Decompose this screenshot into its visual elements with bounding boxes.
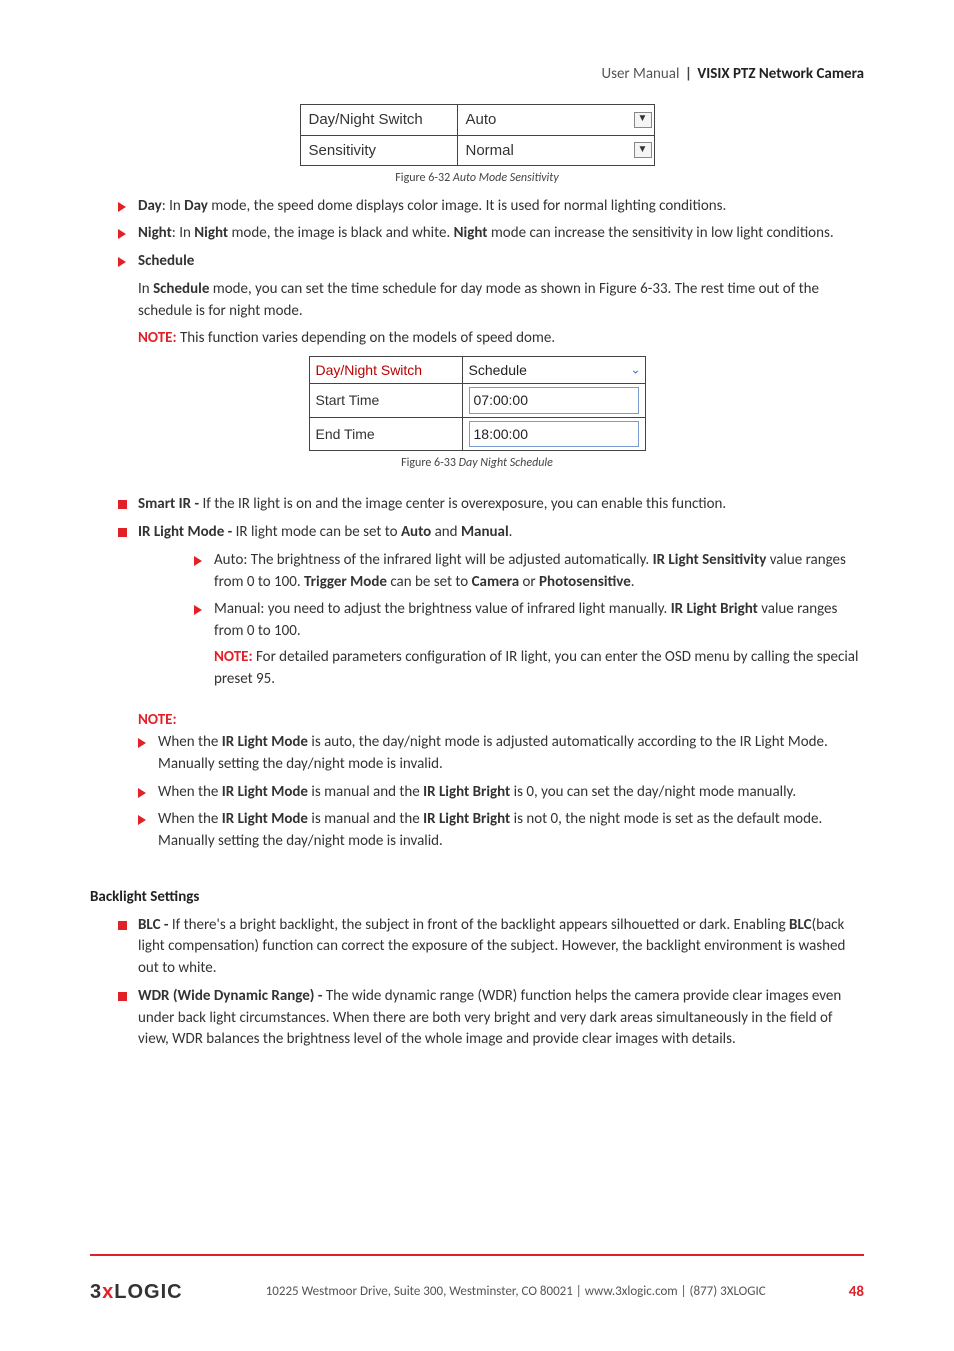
ir-auto-b4: Photosensitive (539, 573, 631, 591)
fig2-row0-value[interactable]: Schedule ⌄ (462, 357, 645, 384)
n3-pre: When the (158, 810, 222, 828)
note-3: When the IR Light Mode is manual and the… (138, 809, 864, 853)
list-notes: When the IR Light Mode is auto, the day/… (138, 732, 864, 853)
bullet-blc: BLC - If there's a bright backlight, the… (118, 915, 864, 980)
list-ir-sub: Auto: The brightness of the infrared lig… (166, 550, 864, 691)
note-label-2: NOTE: (214, 648, 253, 666)
fig1-row1-value-text: Normal (466, 142, 514, 159)
ir-auto-b2: Trigger Mode (304, 573, 387, 591)
logo-3xlogic: 3xLOGIC (90, 1278, 183, 1307)
list-backlight: BLC - If there's a bright backlight, the… (90, 915, 864, 1052)
fig2-caption-it: Day Night Schedule (459, 456, 553, 470)
footer-address: 10225 Westmoor Drive, Suite 300, Westmin… (266, 1283, 766, 1302)
night-label-2: Night (194, 224, 228, 242)
n2-end: is 0, you can set the day/night mode man… (510, 783, 796, 801)
logo-x: x (102, 1278, 114, 1307)
night-text-1: : In (172, 224, 194, 242)
bullet-night: Night: In Night mode, the image is black… (118, 223, 864, 245)
fig1-caption: Figure 6-32 Auto Mode Sensitivity (90, 170, 864, 187)
day-text-1: : In (162, 197, 184, 215)
fig2-row2-value[interactable]: 18:00:00 (462, 417, 645, 450)
n2-b2: IR Light Bright (423, 783, 510, 801)
backlight-heading: Backlight Settings (90, 887, 864, 909)
n1-b: IR Light Mode (222, 733, 308, 751)
fig1-caption-pre: Figure 6-32 (395, 171, 450, 185)
n2-b1: IR Light Mode (222, 783, 308, 801)
fig2-caption: Figure 6-33 Day Night Schedule (90, 455, 864, 472)
blc-label: BLC - (138, 916, 169, 934)
list-smart-ir: Smart IR - If the IR light is on and the… (90, 494, 864, 690)
day-text-2: mode, the speed dome displays color imag… (208, 197, 726, 215)
fig2-row0-label: Day/Night Switch (309, 357, 462, 384)
fig2-row1-value[interactable]: 07:00:00 (462, 384, 645, 417)
n3-mid: is manual and the (308, 810, 423, 828)
n1-pre: When the (158, 733, 222, 751)
schedule-label: Schedule (138, 252, 194, 270)
schedule-note: NOTE: This function varies depending on … (138, 328, 864, 350)
notes-heading: NOTE: (138, 710, 864, 732)
note-2: When the IR Light Mode is manual and the… (138, 782, 864, 804)
bullet-ir-auto: Auto: The brightness of the infrared lig… (194, 550, 864, 594)
fig1-row0-label: Day/Night Switch (300, 104, 457, 135)
fig2-row1-value-text: 07:00:00 (469, 387, 639, 413)
n3-b2: IR Light Bright (423, 810, 510, 828)
schedule-note-text: This function varies depending on the mo… (177, 329, 556, 347)
note-1: When the IR Light Mode is auto, the day/… (138, 732, 864, 776)
bullet-schedule: Schedule (118, 251, 864, 273)
fig1-row0-value-text: Auto (466, 111, 497, 128)
ir-auto-mid2: can be set to (387, 573, 472, 591)
n2-mid: is manual and the (308, 783, 423, 801)
fig1-caption-italic: Auto Mode Sensitivity (453, 171, 559, 185)
fig-schedule: Day/Night Switch Schedule ⌄ Start Time 0… (309, 356, 646, 451)
fig1-row1-value[interactable]: Normal ▼ (457, 135, 654, 166)
smart-ir-label: Smart IR - (138, 495, 199, 513)
fig1-row0-value[interactable]: Auto ▼ (457, 104, 654, 135)
header-usermanual: User Manual (601, 65, 679, 83)
logo-pre: 3 (90, 1278, 102, 1307)
ir-manual-note: For detailed parameters configuration of… (214, 648, 858, 688)
bullet-wdr: WDR (Wide Dynamic Range) - The wide dyna… (118, 986, 864, 1051)
fig2-row0-value-text: Schedule (469, 362, 527, 378)
ir-auto-b1: IR Light Sensitivity (653, 551, 767, 569)
fig2-caption-pre: Figure 6-33 (401, 456, 456, 470)
night-text-2: mode, the image is black and white. (228, 224, 454, 242)
night-label: Night (138, 224, 172, 242)
bullet-day: Day: In Day mode, the speed dome display… (118, 196, 864, 218)
logo-post: LOGIC (114, 1278, 182, 1307)
page-number: 48 (849, 1282, 864, 1304)
note-label: NOTE: (138, 329, 177, 347)
schedule-para: In Schedule mode, you can set the time s… (138, 279, 864, 323)
ir-auto-pre: Auto: The brightness of the infrared lig… (214, 551, 653, 569)
header-sep: | (685, 65, 696, 83)
day-label-2: Day (184, 197, 208, 215)
ir-manual-pre: Manual: you need to adjust the brightnes… (214, 600, 671, 618)
header-product: VISIX PTZ Network Camera (697, 65, 864, 83)
ir-auto-b3: Camera (472, 573, 520, 591)
day-label: Day (138, 197, 162, 215)
fig2-row2-label: End Time (309, 417, 462, 450)
ir-auto-end: . (631, 573, 635, 591)
n3-b1: IR Light Mode (222, 810, 308, 828)
ir-auto-or: or (519, 573, 539, 591)
n2-pre: When the (158, 783, 222, 801)
bullet-ir-light-mode: IR Light Mode - IR light mode can be set… (118, 522, 864, 690)
ir-manual-b: IR Light Bright (671, 600, 758, 618)
fig2-row2-value-text: 18:00:00 (469, 421, 639, 447)
dropdown-arrow-icon[interactable]: ▼ (634, 112, 652, 128)
list-day-night-schedule: Day: In Day mode, the speed dome display… (90, 196, 864, 273)
page-footer: 3xLOGIC 10225 Westmoor Drive, Suite 300,… (90, 1254, 864, 1307)
page-header: User Manual | VISIX PTZ Network Camera (90, 64, 864, 86)
fig1-row1-label: Sensitivity (300, 135, 457, 166)
bullet-smart-ir: Smart IR - If the IR light is on and the… (118, 494, 864, 516)
bullet-ir-manual: Manual: you need to adjust the brightnes… (194, 599, 864, 690)
dropdown-arrow-icon[interactable]: ▼ (634, 142, 652, 158)
fig2-row1-label: Start Time (309, 384, 462, 417)
smart-ir-text: If the IR light is on and the image cent… (199, 495, 726, 513)
night-text-3: mode can increase the sensitivity in low… (487, 224, 833, 242)
ir-mode-label: IR Light Mode - (138, 523, 232, 541)
night-label-3: Night (454, 224, 488, 242)
dropdown-chevron-icon[interactable]: ⌄ (630, 362, 640, 379)
fig-auto-sensitivity: Day/Night Switch Auto ▼ Sensitivity Norm… (300, 104, 655, 167)
wdr-label: WDR (Wide Dynamic Range) - (138, 987, 322, 1005)
